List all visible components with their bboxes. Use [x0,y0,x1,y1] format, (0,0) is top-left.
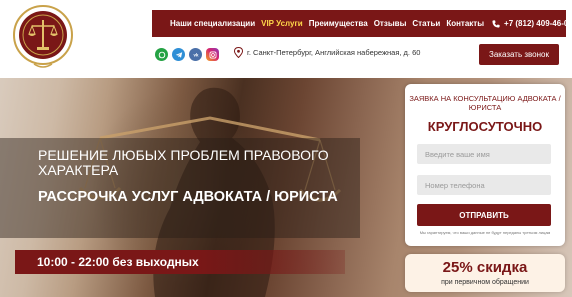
nav-articles[interactable]: Статьи [412,19,440,28]
nav-specializations[interactable]: Наши специализации [170,19,255,28]
form-title: КРУГЛОСУТОЧНО [427,119,543,134]
discount-headline: 25% скидка [442,259,528,276]
form-subtitle: Заявка на консультацию адвоката / юриста [409,94,561,112]
phone-link[interactable]: +7 (812) 409-46-00 [492,19,572,28]
phone-icon [492,19,500,28]
hero-headline: Решение любых проблем правового характер… [38,147,329,178]
telegram-icon[interactable] [172,48,185,61]
site-header: Наши специализации VIP Услуги Преимущест… [0,0,572,78]
svg-text:vk: vk [193,52,198,57]
map-pin-icon [234,47,243,58]
law-firm-logo[interactable] [12,4,74,70]
nav-advantages[interactable]: Преимущества [309,19,368,28]
vk-icon[interactable]: vk [189,48,202,61]
phone-number: +7 (812) 409-46-00 [504,19,572,28]
hero-installment-headline: Рассрочка услуг адвоката / юриста [38,189,338,205]
nav-contacts[interactable]: Контакты [446,19,484,28]
discount-badge: 25% скидка при первичном обращении [405,254,565,292]
office-address: г. Санкт-Петербург, Английская набережна… [234,47,420,58]
instagram-icon[interactable] [206,48,219,61]
consent-note: Мы гарантируем, что ваши данные не будут… [419,230,551,235]
phone-input[interactable] [417,175,551,195]
callback-button[interactable]: Заказать звонок [479,44,559,65]
name-input[interactable] [417,144,551,164]
discount-caption: при первичном обращении [441,279,529,286]
address-text: г. Санкт-Петербург, Английская набережна… [247,48,421,57]
top-navigation: Наши специализации VIP Услуги Преимущест… [152,10,572,37]
submit-button[interactable]: ОТПРАВИТЬ [417,204,551,226]
nav-reviews[interactable]: Отзывы [374,19,407,28]
whatsapp-icon[interactable] [155,48,168,61]
nav-vip-services[interactable]: VIP Услуги [261,19,303,28]
social-links: vk [155,48,223,61]
working-hours-banner: 10:00 - 22:00 без выходных [15,250,345,274]
consultation-form: Заявка на консультацию адвоката / юриста… [405,84,565,246]
